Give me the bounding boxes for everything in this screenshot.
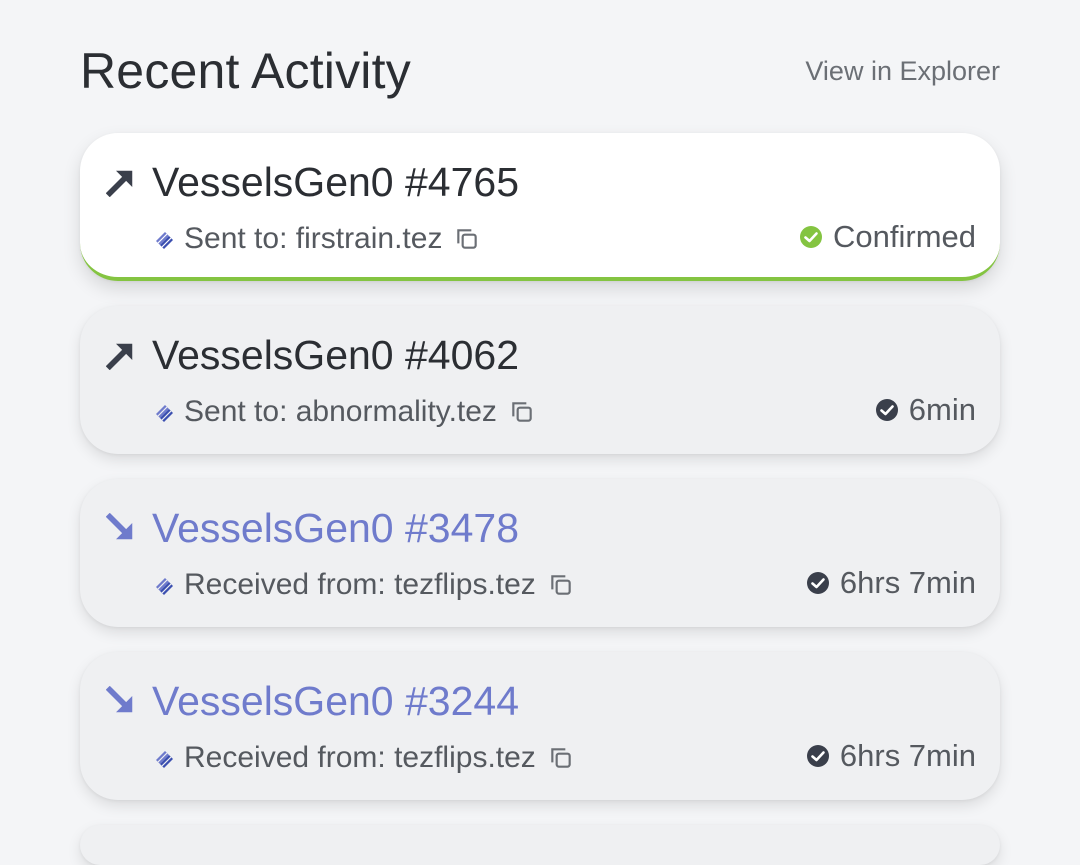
status-text: 6hrs 7min	[839, 565, 976, 600]
copy-icon[interactable]	[548, 745, 574, 771]
green-check-circle-icon	[800, 226, 822, 248]
copy-icon[interactable]	[454, 226, 480, 252]
activity-card[interactable]: VesselsGen0 #4765 Sent to: firstrain.tez…	[80, 133, 1000, 281]
copy-icon[interactable]	[509, 399, 535, 425]
check-circle-icon	[806, 745, 829, 767]
activity-status: Confirmed	[799, 217, 976, 257]
arrow-up-right-icon	[106, 343, 133, 370]
activity-counterparty: Sent to: abnormality.tez	[184, 395, 497, 428]
activity-title: VesselsGen0 #3478	[152, 505, 519, 551]
check-circle-icon	[875, 399, 898, 421]
activity-card[interactable]: VesselsGen0 #4062 Sent to: abnormality.t…	[80, 306, 1000, 454]
view-in-explorer-link[interactable]: View in Explorer	[805, 56, 1000, 87]
tezos-token-icon	[156, 232, 173, 249]
activity-subtitle-row: Sent to: firstrain.tez	[154, 221, 480, 257]
activity-title: VesselsGen0 #3244	[152, 678, 519, 724]
arrow-up-right-icon	[106, 170, 133, 197]
activity-subtitle-row: Received from: tezflips.tez	[154, 567, 574, 603]
activity-list: VesselsGen0 #4765 Sent to: firstrain.tez…	[80, 133, 1000, 865]
page-title: Recent Activity	[80, 43, 411, 99]
arrow-down-right-icon	[106, 686, 133, 713]
status-text: 6min	[908, 392, 976, 427]
activity-counterparty: Received from: tezflips.tez	[184, 568, 536, 601]
activity-title: VesselsGen0 #4765	[152, 159, 519, 205]
arrow-down-right-icon	[106, 513, 133, 540]
check-circle-icon	[806, 572, 829, 594]
status-text: 6hrs 7min	[839, 738, 976, 773]
activity-counterparty: Received from: tezflips.tez	[184, 741, 536, 774]
status-text: Confirmed	[833, 219, 976, 254]
activity-card[interactable]: VesselsGen0 #3244 Received from: tezflip…	[80, 652, 1000, 800]
header: Recent Activity View in Explorer	[80, 40, 1000, 110]
activity-title: VesselsGen0 #4062	[152, 332, 519, 378]
activity-counterparty: Sent to: firstrain.tez	[184, 222, 443, 255]
activity-status: 6hrs 7min	[806, 736, 976, 776]
copy-icon[interactable]	[548, 572, 574, 598]
activity-subtitle-row: Received from: tezflips.tez	[154, 740, 574, 776]
activity-card[interactable]: VesselsGen0 #3478 Received from: tezflip…	[80, 479, 1000, 627]
tezos-token-icon	[156, 578, 173, 595]
tezos-token-icon	[156, 751, 173, 768]
activity-status: 6hrs 7min	[806, 563, 976, 603]
activity-card-partial[interactable]	[80, 825, 1000, 865]
activity-subtitle-row: Sent to: abnormality.tez	[154, 394, 535, 430]
tezos-token-icon	[156, 405, 173, 422]
activity-status: 6min	[875, 390, 976, 430]
